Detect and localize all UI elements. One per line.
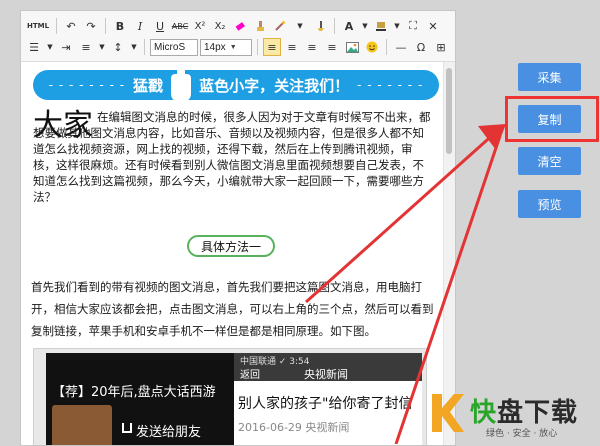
font-family-value: MicroS [154, 41, 186, 53]
chevron-down-icon[interactable]: ▼ [360, 17, 370, 35]
drop-cap-spacer [33, 111, 97, 121]
bold-button[interactable]: B [111, 17, 129, 35]
watermark-fast: 快 [470, 398, 498, 428]
html-source-button[interactable]: HTML [25, 17, 51, 35]
chevron-down-icon[interactable]: ▼ [291, 17, 309, 35]
watermark-subtitle: 绿色 · 安全 · 放心 [486, 429, 558, 439]
left-screen-title: 【荐】20年后,盘点大话西游 [52, 385, 216, 400]
numbered-list-icon[interactable]: ≡ [77, 38, 95, 56]
watermark-logo-icon [432, 394, 464, 432]
rich-text-editor: HTML ↶ ↷ B I U ABC X² X₂ ▼ A ▼ ▼ ⛶ ✕ ☰ ▼… [20, 10, 456, 446]
phone-back-label: 返回 [240, 370, 260, 381]
toolbar-separator [56, 18, 57, 34]
scroll-thumb[interactable] [446, 68, 452, 154]
line-height-icon[interactable]: ↕ [109, 38, 127, 56]
chevron-down-icon[interactable]: ▼ [45, 38, 55, 56]
phone-nav-bar: 中国联通 ✓ 3:54 返回 央视新闻 [234, 353, 422, 381]
chevron-down-icon[interactable]: ▼ [392, 17, 402, 35]
phone-screenshot-left: 【荐】20年后,盘点大话西游 发送给朋友 [46, 353, 234, 445]
pointing-hand-icon [171, 64, 192, 102]
watermark-rest: 盘下载 [497, 398, 579, 428]
banner-left-dots: - - - - - - - - [48, 78, 126, 92]
underline-button[interactable]: U [151, 17, 169, 35]
toolbar-separator [257, 39, 258, 55]
toolbar-separator [144, 39, 145, 55]
phone-screenshot-right: 中国联通 ✓ 3:54 返回 央视新闻 别人家的孩子"给你寄了封信 2016-0… [234, 353, 422, 445]
chevron-down-icon: ▼ [229, 43, 237, 51]
article-date: 2016-06-29 央视新闻 [238, 421, 350, 434]
highlight-color-icon[interactable] [372, 17, 390, 35]
italic-button[interactable]: I [131, 17, 149, 35]
toolbar-separator [386, 39, 387, 55]
intro-text: 在编辑图文消息的时候，很多人因为对于文章有时候写不出来，都想要做其他图文消息内容… [33, 110, 431, 204]
indent-icon[interactable]: ⇥ [57, 38, 75, 56]
banner-right-dots: - - - - - - - [357, 78, 424, 92]
toolbar-separator [334, 18, 335, 34]
toolbar-separator [105, 18, 106, 34]
copy-highlight-box [505, 96, 599, 142]
preview-button[interactable]: 预览 [518, 190, 581, 218]
video-thumbnail [52, 405, 112, 445]
collect-button[interactable]: 采集 [518, 63, 581, 91]
share-icon [122, 423, 132, 433]
table-icon[interactable]: ⊞ [432, 38, 450, 56]
brush-icon[interactable] [311, 17, 329, 35]
emoji-icon[interactable] [363, 38, 381, 56]
redo-icon[interactable]: ↷ [82, 17, 100, 35]
strikethrough-button[interactable]: ABC [171, 17, 189, 35]
send-to-friend-label: 发送给朋友 [136, 425, 202, 440]
align-justify-button[interactable]: ≡ [323, 38, 341, 56]
close-icon[interactable]: ✕ [424, 17, 442, 35]
toolbar-row-2: ☰ ▼ ⇥ ≡ ▼ ↕ ▼ MicroS 14px ▼ ≡ ≡ ≡ ≡ — Ω … [25, 36, 450, 58]
align-left-button[interactable]: ≡ [263, 38, 281, 56]
body-paragraph: 首先我们看到的带有视频的图文消息，首先我们要把这篇图文消息，用电脑打开，相信大家… [31, 280, 434, 338]
chevron-down-icon[interactable]: ▼ [129, 38, 139, 56]
undo-icon[interactable]: ↶ [62, 17, 80, 35]
article-headline: 别人家的孩子"给你寄了封信 [238, 396, 413, 412]
font-size-value: 14px [204, 41, 226, 53]
font-size-select[interactable]: 14px ▼ [200, 38, 252, 56]
font-color-icon[interactable]: A [340, 17, 358, 35]
banner-text-right: 蓝色小字，关注我们！ [199, 76, 350, 95]
arrow-head [478, 124, 506, 150]
special-char-icon[interactable]: Ω [412, 38, 430, 56]
follow-banner[interactable]: - - - - - - - - 猛戳 蓝色小字，关注我们！ - - - - - … [33, 64, 439, 102]
method-one-label: 具体方法一 [187, 235, 275, 257]
watermark-title: 快盘下载 [470, 392, 578, 429]
insert-image-icon[interactable] [343, 38, 361, 56]
editor-toolbar: HTML ↶ ↷ B I U ABC X² X₂ ▼ A ▼ ▼ ⛶ ✕ ☰ ▼… [21, 11, 455, 62]
subscript-button[interactable]: X₂ [211, 17, 229, 35]
banner-text-left: 猛戳 [133, 76, 164, 95]
example-screenshots: 【荐】20年后,盘点大话西游 发送给朋友 中国联通 ✓ 3:54 返回 央视新闻… [33, 348, 427, 445]
superscript-button[interactable]: X² [191, 17, 209, 35]
intro-paragraph: 在编辑图文消息的时候，很多人因为对于文章有时候写不出来，都想要做其他图文消息内容… [33, 109, 435, 205]
phone-account-name: 央视新闻 [304, 368, 348, 381]
bullet-list-icon[interactable]: ☰ [25, 38, 43, 56]
toolbar-row-1: HTML ↶ ↷ B I U ABC X² X₂ ▼ A ▼ ▼ ⛶ ✕ [25, 15, 442, 37]
chevron-down-icon[interactable]: ▼ [97, 38, 107, 56]
align-right-button[interactable]: ≡ [303, 38, 321, 56]
site-watermark: 快盘下载 绿色 · 安全 · 放心 [428, 388, 600, 444]
align-center-button[interactable]: ≡ [283, 38, 301, 56]
eraser-icon[interactable] [231, 17, 249, 35]
clear-button[interactable]: 清空 [518, 147, 581, 175]
fullscreen-icon[interactable]: ⛶ [404, 17, 422, 35]
horizontal-rule-icon[interactable]: — [392, 38, 410, 56]
editor-content[interactable]: - - - - - - - - 猛戳 蓝色小字，关注我们！ - - - - - … [21, 62, 441, 445]
font-family-select[interactable]: MicroS [150, 38, 198, 56]
format-brush-icon[interactable] [251, 17, 269, 35]
magic-wand-icon[interactable] [271, 17, 289, 35]
